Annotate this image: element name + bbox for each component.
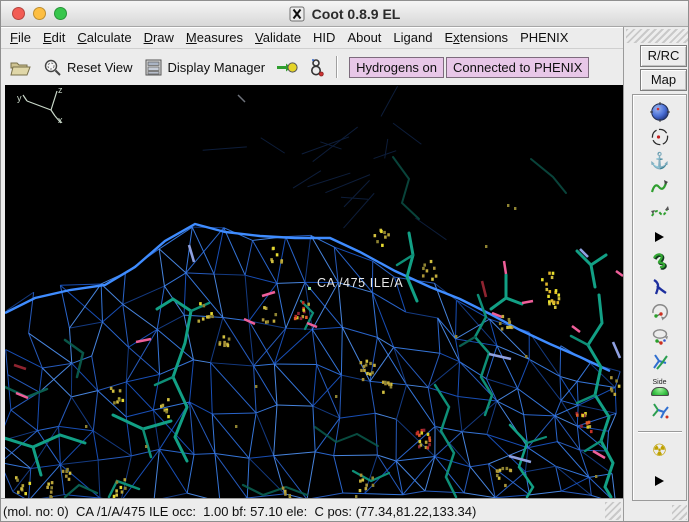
play-icon — [655, 476, 664, 486]
x11-icon — [289, 6, 305, 21]
anchor-button[interactable]: ⚓ — [647, 151, 673, 173]
go-to-atom-button[interactable] — [274, 58, 300, 77]
jed-flip-icon — [651, 403, 669, 419]
density-mesh — [5, 85, 621, 498]
display-manager-button[interactable]: Display Manager — [142, 57, 268, 78]
status-text: (mol. no: 0) CA /1/A/475 ILE occ: 1.00 b… — [3, 503, 477, 519]
real-space-refine-button[interactable] — [647, 176, 673, 198]
reset-view-label: Reset View — [67, 59, 133, 75]
more-tools-button[interactable] — [647, 470, 673, 492]
title-bar[interactable]: Coot 0.8.9 EL — [1, 1, 688, 27]
flip-peptide-icon — [652, 354, 668, 370]
menu-item-ligand[interactable]: Ligand — [387, 28, 438, 47]
status-bar: (mol. no: 0) CA /1/A/475 ILE occ: 1.00 b… — [1, 498, 623, 521]
refine-zone-icon — [650, 180, 668, 193]
molecule-sticks — [5, 156, 623, 498]
menu-item-extensions[interactable]: Extensions — [438, 28, 514, 47]
rotamer-icon — [652, 279, 667, 295]
rotate-translate-button[interactable] — [647, 301, 673, 323]
display-manager-label: Display Manager — [167, 59, 266, 75]
symmetry-molecule-button[interactable] — [307, 56, 326, 79]
menu-item-about[interactable]: About — [341, 28, 387, 47]
menu-item-file[interactable]: File — [4, 28, 37, 47]
menu-item-measures[interactable]: Measures — [180, 28, 249, 47]
auto-fit-rotamer-icon — [652, 253, 667, 270]
window-resize-grip[interactable] — [672, 505, 687, 520]
target-icon — [651, 128, 668, 146]
menu-item-validate[interactable]: Validate — [249, 28, 307, 47]
toolbar: Reset View Display Manager Hydrogens on … — [1, 49, 623, 85]
hydrogens-toggle[interactable]: Hydrogens on — [349, 56, 445, 78]
magnifier-icon — [44, 59, 61, 76]
axis-y-label: y — [17, 93, 22, 103]
edit-chi-angles-button[interactable] — [647, 326, 673, 348]
reset-view-button[interactable]: Reset View — [41, 56, 135, 79]
auto-fit-rotamer-button[interactable] — [647, 251, 673, 273]
map-button[interactable]: Map — [640, 69, 687, 91]
menu-item-edit[interactable]: Edit — [37, 28, 71, 47]
symmetry-button[interactable]: ☢ — [647, 439, 673, 461]
go-to-atom-icon — [277, 61, 298, 73]
rotamers-button[interactable] — [647, 276, 673, 298]
axis-x-label: x — [58, 115, 63, 125]
regularize-zone-button[interactable] — [647, 201, 673, 223]
flip-peptide-button[interactable] — [647, 351, 673, 373]
modelling-tray: ⚓ Side ☢ — [632, 94, 687, 501]
sphere-refine-button[interactable] — [647, 101, 673, 123]
tray-separator — [637, 431, 682, 432]
axis-z-label: z — [58, 85, 63, 95]
jed-flip-button[interactable] — [647, 401, 673, 423]
menu-item-draw[interactable]: Draw — [138, 28, 180, 47]
axes-indicator: y z x — [17, 85, 63, 125]
zoom-button[interactable] — [54, 7, 67, 20]
right-panel: R/RC Map ⚓ Side ☢ — [623, 27, 688, 521]
menu-bar: File Edit Calculate Draw Measures Validate HID… — [1, 27, 623, 49]
sphere-icon — [649, 102, 670, 122]
side-dome-icon — [650, 386, 669, 396]
statusbar-resize-grip[interactable] — [605, 502, 621, 520]
menu-item-phenix[interactable]: PHENIX — [514, 28, 574, 47]
coot-window: Coot 0.8.9 EL File Edit Calculate Draw Measu… — [0, 0, 689, 522]
open-folder-icon — [10, 62, 31, 75]
close-button[interactable] — [12, 7, 25, 20]
edit-chi-angles-icon — [652, 329, 668, 345]
panel-drag-grip[interactable] — [626, 29, 688, 43]
display-manager-icon — [145, 59, 162, 75]
menu-item-calculate[interactable]: Calculate — [71, 28, 137, 47]
radiation-icon: ☢ — [651, 440, 668, 460]
window-title: Coot 0.8.9 EL — [311, 5, 401, 22]
minimize-button[interactable] — [33, 7, 46, 20]
side-chain-flip-button[interactable]: Side — [647, 376, 673, 398]
molecule-icon — [311, 58, 324, 76]
rotate-translate-icon — [651, 303, 668, 321]
anchor-icon: ⚓ — [649, 153, 670, 170]
rrc-button[interactable]: R/RC — [640, 45, 687, 67]
open-coordinates-button[interactable] — [8, 57, 34, 78]
menu-item-hid[interactable]: HID — [307, 28, 341, 47]
recentre-target-button[interactable] — [647, 126, 673, 148]
labels: CA /475 ILE/A — [317, 276, 403, 290]
phenix-connection-status[interactable]: Connected to PHENIX — [446, 56, 590, 78]
atom-label: CA /475 ILE/A — [317, 276, 403, 290]
side-label: Side — [652, 378, 667, 386]
gl-canvas[interactable]: y z x CA /475 ILE/A — [5, 85, 623, 498]
regularize-zone-icon — [650, 206, 669, 217]
toolbar-separator — [336, 56, 338, 78]
expand-tools-button[interactable] — [647, 226, 673, 248]
play-icon — [655, 232, 664, 242]
